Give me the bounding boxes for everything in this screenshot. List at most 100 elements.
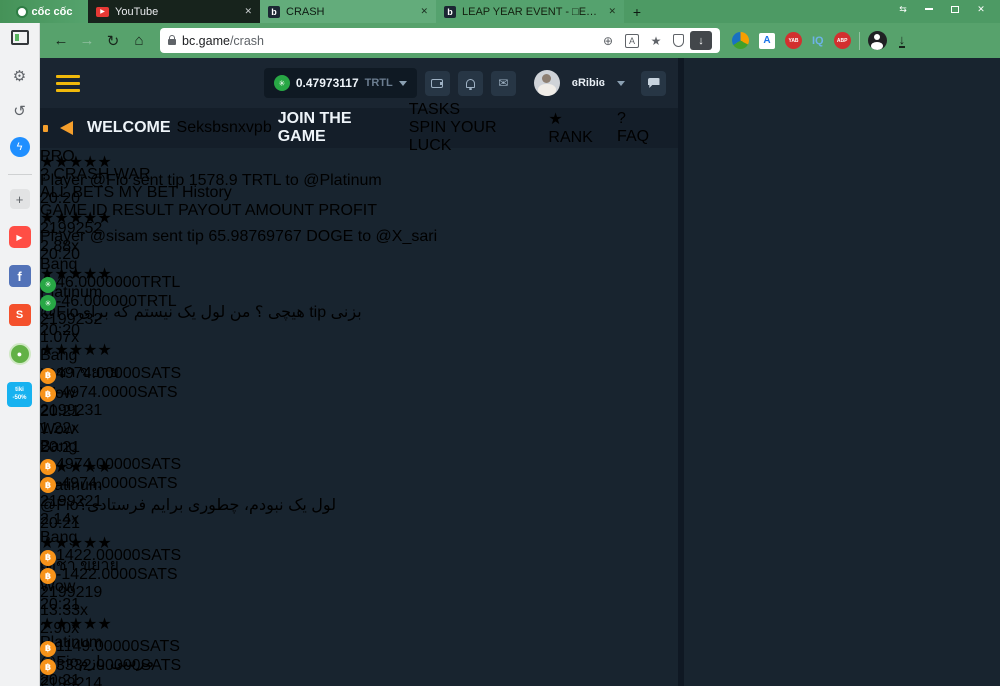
- welcome-banner: WELCOME Seksbsnxvpb JOIN THE GAME TASKS …: [40, 108, 678, 148]
- bets-table-header: GAME ID RESULT PAYOUT AMOUNT PROFIT: [40, 202, 678, 220]
- header-username[interactable]: ɞRibiɞ: [572, 77, 605, 89]
- minimize-button[interactable]: [916, 2, 942, 16]
- currency-unit: SATS: [141, 657, 182, 674]
- btc-coin-icon: ฿: [40, 659, 56, 675]
- wallet-button[interactable]: [425, 71, 450, 96]
- reload-icon[interactable]: ↻: [100, 32, 126, 50]
- table-row[interactable]: 219921913.33x2.90x฿1149.00000SATS฿3332.0…: [40, 584, 678, 675]
- chat-toggle-button[interactable]: [641, 71, 666, 96]
- lock-icon[interactable]: [168, 39, 176, 45]
- game-id: 2199214: [40, 675, 102, 686]
- btc-coin-icon: ฿: [40, 477, 56, 493]
- faq-link[interactable]: ? FAQ: [617, 110, 662, 146]
- browser-sidebar: ⚙ ↺ ϟ + ▶ f S ● tiki -50%: [0, 23, 40, 686]
- cell-result: 13.33x: [40, 602, 678, 620]
- add-shortcut-icon[interactable]: +: [10, 189, 30, 209]
- tab-panel-icon[interactable]: ⇆: [890, 2, 916, 16]
- btc-coin-icon: ฿: [40, 568, 56, 584]
- tab-history[interactable]: History: [182, 184, 232, 201]
- btc-coin-icon: ฿: [40, 386, 56, 402]
- bookmark-star-icon[interactable]: ★: [645, 34, 667, 48]
- back-icon[interactable]: ←: [48, 32, 74, 49]
- tab-title: YouTube: [115, 6, 234, 18]
- balance-selector[interactable]: ✳ 0.47973117 TRTL: [264, 68, 417, 98]
- hamburger-menu-icon[interactable]: [56, 75, 80, 92]
- coccoc-search-icon[interactable]: ●: [9, 343, 31, 365]
- url-text[interactable]: bc.game/crash: [182, 34, 591, 48]
- bet-payout: Bang: [40, 256, 77, 273]
- tasks-link[interactable]: TASKS SPIN YOUR LUCK: [409, 101, 543, 155]
- tiki-shortcut-icon[interactable]: tiki -50%: [7, 382, 32, 407]
- extension-translate-icon[interactable]: A: [759, 33, 775, 49]
- welcome-pre: WELCOME: [87, 119, 171, 137]
- cell-result: 1.22x: [40, 420, 678, 438]
- zoom-add-icon[interactable]: ⊕: [597, 34, 619, 48]
- table-row[interactable]: 2199214134.45x29x฿1029.00000SATS฿29841.0…: [40, 675, 678, 686]
- bet-profit: -4974.0000: [56, 384, 137, 401]
- cell-profit: ฿3332.00000SATS: [40, 657, 678, 676]
- mail-button[interactable]: ✉: [491, 71, 516, 96]
- shopee-shortcut-icon[interactable]: S: [9, 304, 31, 326]
- close-button[interactable]: ✕: [968, 2, 994, 16]
- cell-game-id: 2199219: [40, 584, 678, 602]
- download-button-icon[interactable]: ↓: [690, 31, 712, 50]
- bet-result: 2.14x: [40, 511, 79, 528]
- megaphone-icon: [60, 121, 73, 135]
- chevron-down-icon: [617, 81, 625, 86]
- column-game-id: GAME ID: [40, 202, 108, 219]
- tab-crash-active[interactable]: b CRASH ✕: [260, 0, 436, 23]
- youtube-shortcut-icon[interactable]: ▶: [9, 226, 31, 248]
- facebook-shortcut-icon[interactable]: f: [9, 265, 31, 287]
- downloads-icon[interactable]: ↓: [899, 34, 906, 48]
- forward-icon[interactable]: →: [74, 32, 100, 49]
- faq-label: FAQ: [617, 128, 649, 145]
- settings-gear-icon[interactable]: ⚙: [13, 67, 26, 85]
- currency-unit: SATS: [139, 638, 180, 655]
- new-tab-button[interactable]: +: [624, 0, 650, 23]
- crash-war-label: CRASH WAR: [53, 166, 150, 183]
- tab-close-icon[interactable]: ✕: [420, 6, 428, 17]
- extension-yab-icon[interactable]: YAB: [785, 32, 802, 49]
- main-column: ✳ 0.47973117 TRTL ✉ ɞRibiɞ WELCOME Seksb…: [40, 58, 678, 686]
- crash-war-link[interactable]: ? CRASH WAR: [40, 166, 678, 184]
- tab-all-bets[interactable]: ALL BETS: [40, 184, 114, 201]
- rank-link[interactable]: ★ RANK: [548, 109, 611, 147]
- cell-payout: Bang: [40, 347, 678, 365]
- tab-leap-year-event[interactable]: b LEAP YEAR EVENT - □Event - ( ✕: [436, 0, 624, 23]
- sidebar-toggle-icon[interactable]: [11, 30, 29, 45]
- youtube-favicon: ▶: [96, 7, 109, 17]
- table-row[interactable]: 21992321.07xBang฿4974.00000SATS฿-4974.00…: [40, 311, 678, 402]
- bcgame-favicon: b: [268, 6, 280, 18]
- tab-close-icon[interactable]: ✕: [608, 6, 616, 17]
- extension-iq-icon[interactable]: IQ: [812, 35, 824, 47]
- tab-my-bet[interactable]: MY BET: [119, 184, 178, 201]
- bet-profit: 3332.00000: [56, 657, 141, 674]
- home-icon[interactable]: ⌂: [126, 32, 152, 49]
- table-row[interactable]: 21992522.88xBang✳46.0000000TRTL✳-46.0000…: [40, 220, 678, 311]
- user-avatar[interactable]: [534, 70, 560, 96]
- cell-result: 1.07x: [40, 329, 678, 347]
- table-row[interactable]: 21992311.22xBang฿4974.00000SATS฿-4974.00…: [40, 402, 678, 493]
- address-bar[interactable]: bc.game/crash ⊕ A ★ ↓: [160, 28, 720, 53]
- extension-abp-icon[interactable]: ABP: [834, 32, 851, 49]
- tab-youtube[interactable]: ▶ YouTube ✕: [88, 0, 260, 23]
- tasks-title: TASKS: [409, 101, 543, 119]
- extension-color-wheel-icon[interactable]: [732, 32, 749, 49]
- profile-icon[interactable]: [868, 31, 887, 50]
- translate-icon[interactable]: A: [625, 34, 639, 48]
- restore-button[interactable]: [942, 2, 968, 16]
- bets-tabs: ALL BETS MY BET History: [40, 184, 678, 202]
- shield-icon[interactable]: [673, 34, 684, 47]
- history-icon[interactable]: ↺: [13, 102, 26, 120]
- bet-result: 2.88x: [40, 238, 79, 255]
- table-row[interactable]: 21992212.14xBang฿1422.00000SATS฿-1422.00…: [40, 493, 678, 584]
- balance-currency: TRTL: [365, 77, 393, 89]
- currency-unit: SATS: [137, 475, 178, 492]
- cell-amount: ฿1422.00000SATS: [40, 547, 678, 566]
- chevron-down-icon: [399, 81, 407, 86]
- welcome-username[interactable]: Seksbsnxvpb: [177, 119, 272, 137]
- tab-close-icon[interactable]: ✕: [244, 6, 252, 17]
- messenger-icon[interactable]: ϟ: [10, 137, 30, 157]
- notifications-button[interactable]: [458, 71, 483, 96]
- game-id: 2199232: [40, 311, 102, 328]
